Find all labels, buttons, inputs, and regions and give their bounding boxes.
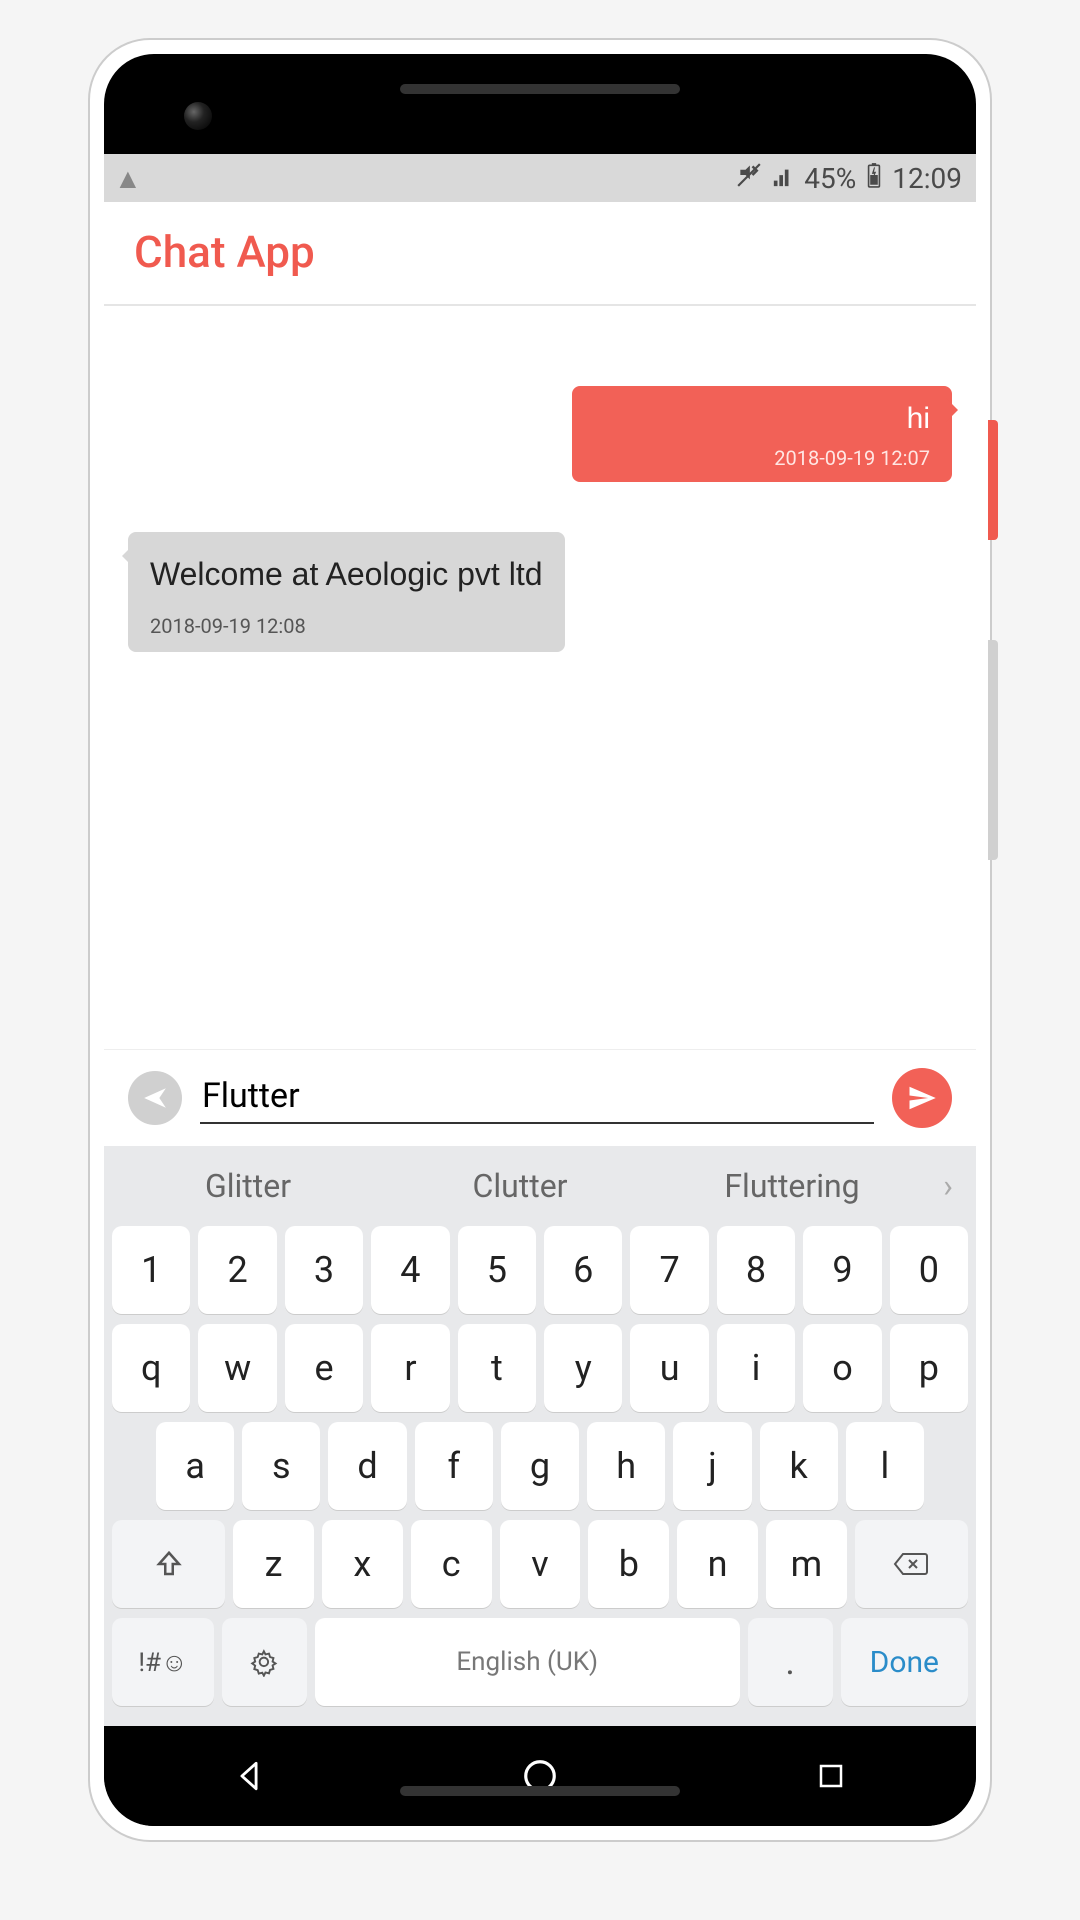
space-key[interactable]: English (UK) (315, 1618, 740, 1706)
key-7[interactable]: 7 (630, 1226, 708, 1314)
key-w[interactable]: w (198, 1324, 276, 1412)
key-k[interactable]: k (760, 1422, 838, 1510)
message-incoming: Welcome at Aeologic pvt ltd 2018-09-19 1… (128, 532, 952, 652)
key-u[interactable]: u (630, 1324, 708, 1412)
speaker-grill (400, 84, 680, 94)
settings-key[interactable] (222, 1618, 307, 1706)
key-i[interactable]: i (717, 1324, 795, 1412)
app-bar: Chat App (104, 202, 976, 306)
nav-back-button[interactable] (227, 1754, 271, 1798)
key-5[interactable]: 5 (458, 1226, 536, 1314)
key-n[interactable]: n (677, 1520, 758, 1608)
attach-button[interactable] (128, 1071, 182, 1125)
send-button[interactable] (892, 1068, 952, 1128)
bubble-incoming[interactable]: Welcome at Aeologic pvt ltd 2018-09-19 1… (128, 532, 565, 652)
composer-row (104, 1049, 976, 1146)
period-key[interactable]: . (748, 1618, 833, 1706)
key-z[interactable]: z (233, 1520, 314, 1608)
key-d[interactable]: d (328, 1422, 406, 1510)
key-r[interactable]: r (371, 1324, 449, 1412)
suggestion-item[interactable]: Clutter (384, 1149, 656, 1223)
navigation-bar (104, 1726, 976, 1826)
key-2[interactable]: 2 (198, 1226, 276, 1314)
key-e[interactable]: e (285, 1324, 363, 1412)
message-outgoing: hi 2018-09-19 12:07 (128, 386, 952, 482)
key-j[interactable]: j (673, 1422, 751, 1510)
key-x[interactable]: x (322, 1520, 403, 1608)
key-t[interactable]: t (458, 1324, 536, 1412)
status-time: 12:09 (892, 162, 962, 195)
symbols-key[interactable]: !#☺ (112, 1618, 214, 1706)
suggestions-expand-icon[interactable]: › (928, 1167, 968, 1205)
shift-key[interactable] (112, 1520, 225, 1608)
key-4[interactable]: 4 (371, 1226, 449, 1314)
nav-recent-button[interactable] (809, 1754, 853, 1798)
key-6[interactable]: 6 (544, 1226, 622, 1314)
key-y[interactable]: y (544, 1324, 622, 1412)
device-inner: ▲ 45% 12:09 Chat App hi (104, 54, 976, 1826)
device-power-button[interactable] (988, 420, 998, 540)
key-g[interactable]: g (501, 1422, 579, 1510)
device-volume-button[interactable] (988, 640, 998, 860)
mute-icon (736, 162, 762, 195)
key-9[interactable]: 9 (803, 1226, 881, 1314)
front-camera (184, 102, 212, 130)
keyboard: Glitter Clutter Fluttering › 1234567890 … (104, 1146, 976, 1726)
key-h[interactable]: h (587, 1422, 665, 1510)
backspace-key[interactable] (855, 1520, 968, 1608)
battery-icon (866, 162, 882, 195)
key-s[interactable]: s (242, 1422, 320, 1510)
key-row-3: zxcvbnm (112, 1520, 968, 1608)
key-a[interactable]: a (156, 1422, 234, 1510)
battery-text: 45% (804, 162, 856, 195)
key-b[interactable]: b (588, 1520, 669, 1608)
bottom-speaker (400, 1786, 680, 1796)
app-title: Chat App (134, 226, 946, 278)
key-3[interactable]: 3 (285, 1226, 363, 1314)
suggestion-item[interactable]: Fluttering (656, 1149, 928, 1223)
message-text: hi (594, 402, 930, 436)
key-row-2: asdfghjkl (112, 1422, 968, 1510)
key-row-numbers: 1234567890 (112, 1226, 968, 1314)
suggestion-item[interactable]: Glitter (112, 1149, 384, 1223)
key-row-bottom: !#☺ English (UK) . Done (112, 1618, 968, 1706)
signal-icon (772, 162, 794, 195)
suggestion-row: Glitter Clutter Fluttering › (112, 1146, 968, 1226)
key-row-1: qwertyuiop (112, 1324, 968, 1412)
key-0[interactable]: 0 (890, 1226, 968, 1314)
message-input[interactable] (200, 1072, 874, 1124)
key-o[interactable]: o (803, 1324, 881, 1412)
status-bar: ▲ 45% 12:09 (104, 154, 976, 202)
key-1[interactable]: 1 (112, 1226, 190, 1314)
key-f[interactable]: f (415, 1422, 493, 1510)
message-time: 2018-09-19 12:08 (150, 614, 543, 638)
key-c[interactable]: c (411, 1520, 492, 1608)
screen: ▲ 45% 12:09 Chat App hi (104, 154, 976, 1726)
key-l[interactable]: l (846, 1422, 924, 1510)
key-8[interactable]: 8 (717, 1226, 795, 1314)
bubble-outgoing[interactable]: hi 2018-09-19 12:07 (572, 386, 952, 482)
message-time: 2018-09-19 12:07 (594, 446, 930, 470)
message-text: Welcome at Aeologic pvt ltd (150, 550, 543, 598)
chat-area[interactable]: hi 2018-09-19 12:07 Welcome at Aeologic … (104, 306, 976, 1049)
key-p[interactable]: p (890, 1324, 968, 1412)
key-m[interactable]: m (766, 1520, 847, 1608)
warning-icon: ▲ (114, 162, 142, 195)
device-frame: ▲ 45% 12:09 Chat App hi (90, 40, 990, 1840)
key-v[interactable]: v (500, 1520, 581, 1608)
done-key[interactable]: Done (841, 1618, 968, 1706)
key-q[interactable]: q (112, 1324, 190, 1412)
